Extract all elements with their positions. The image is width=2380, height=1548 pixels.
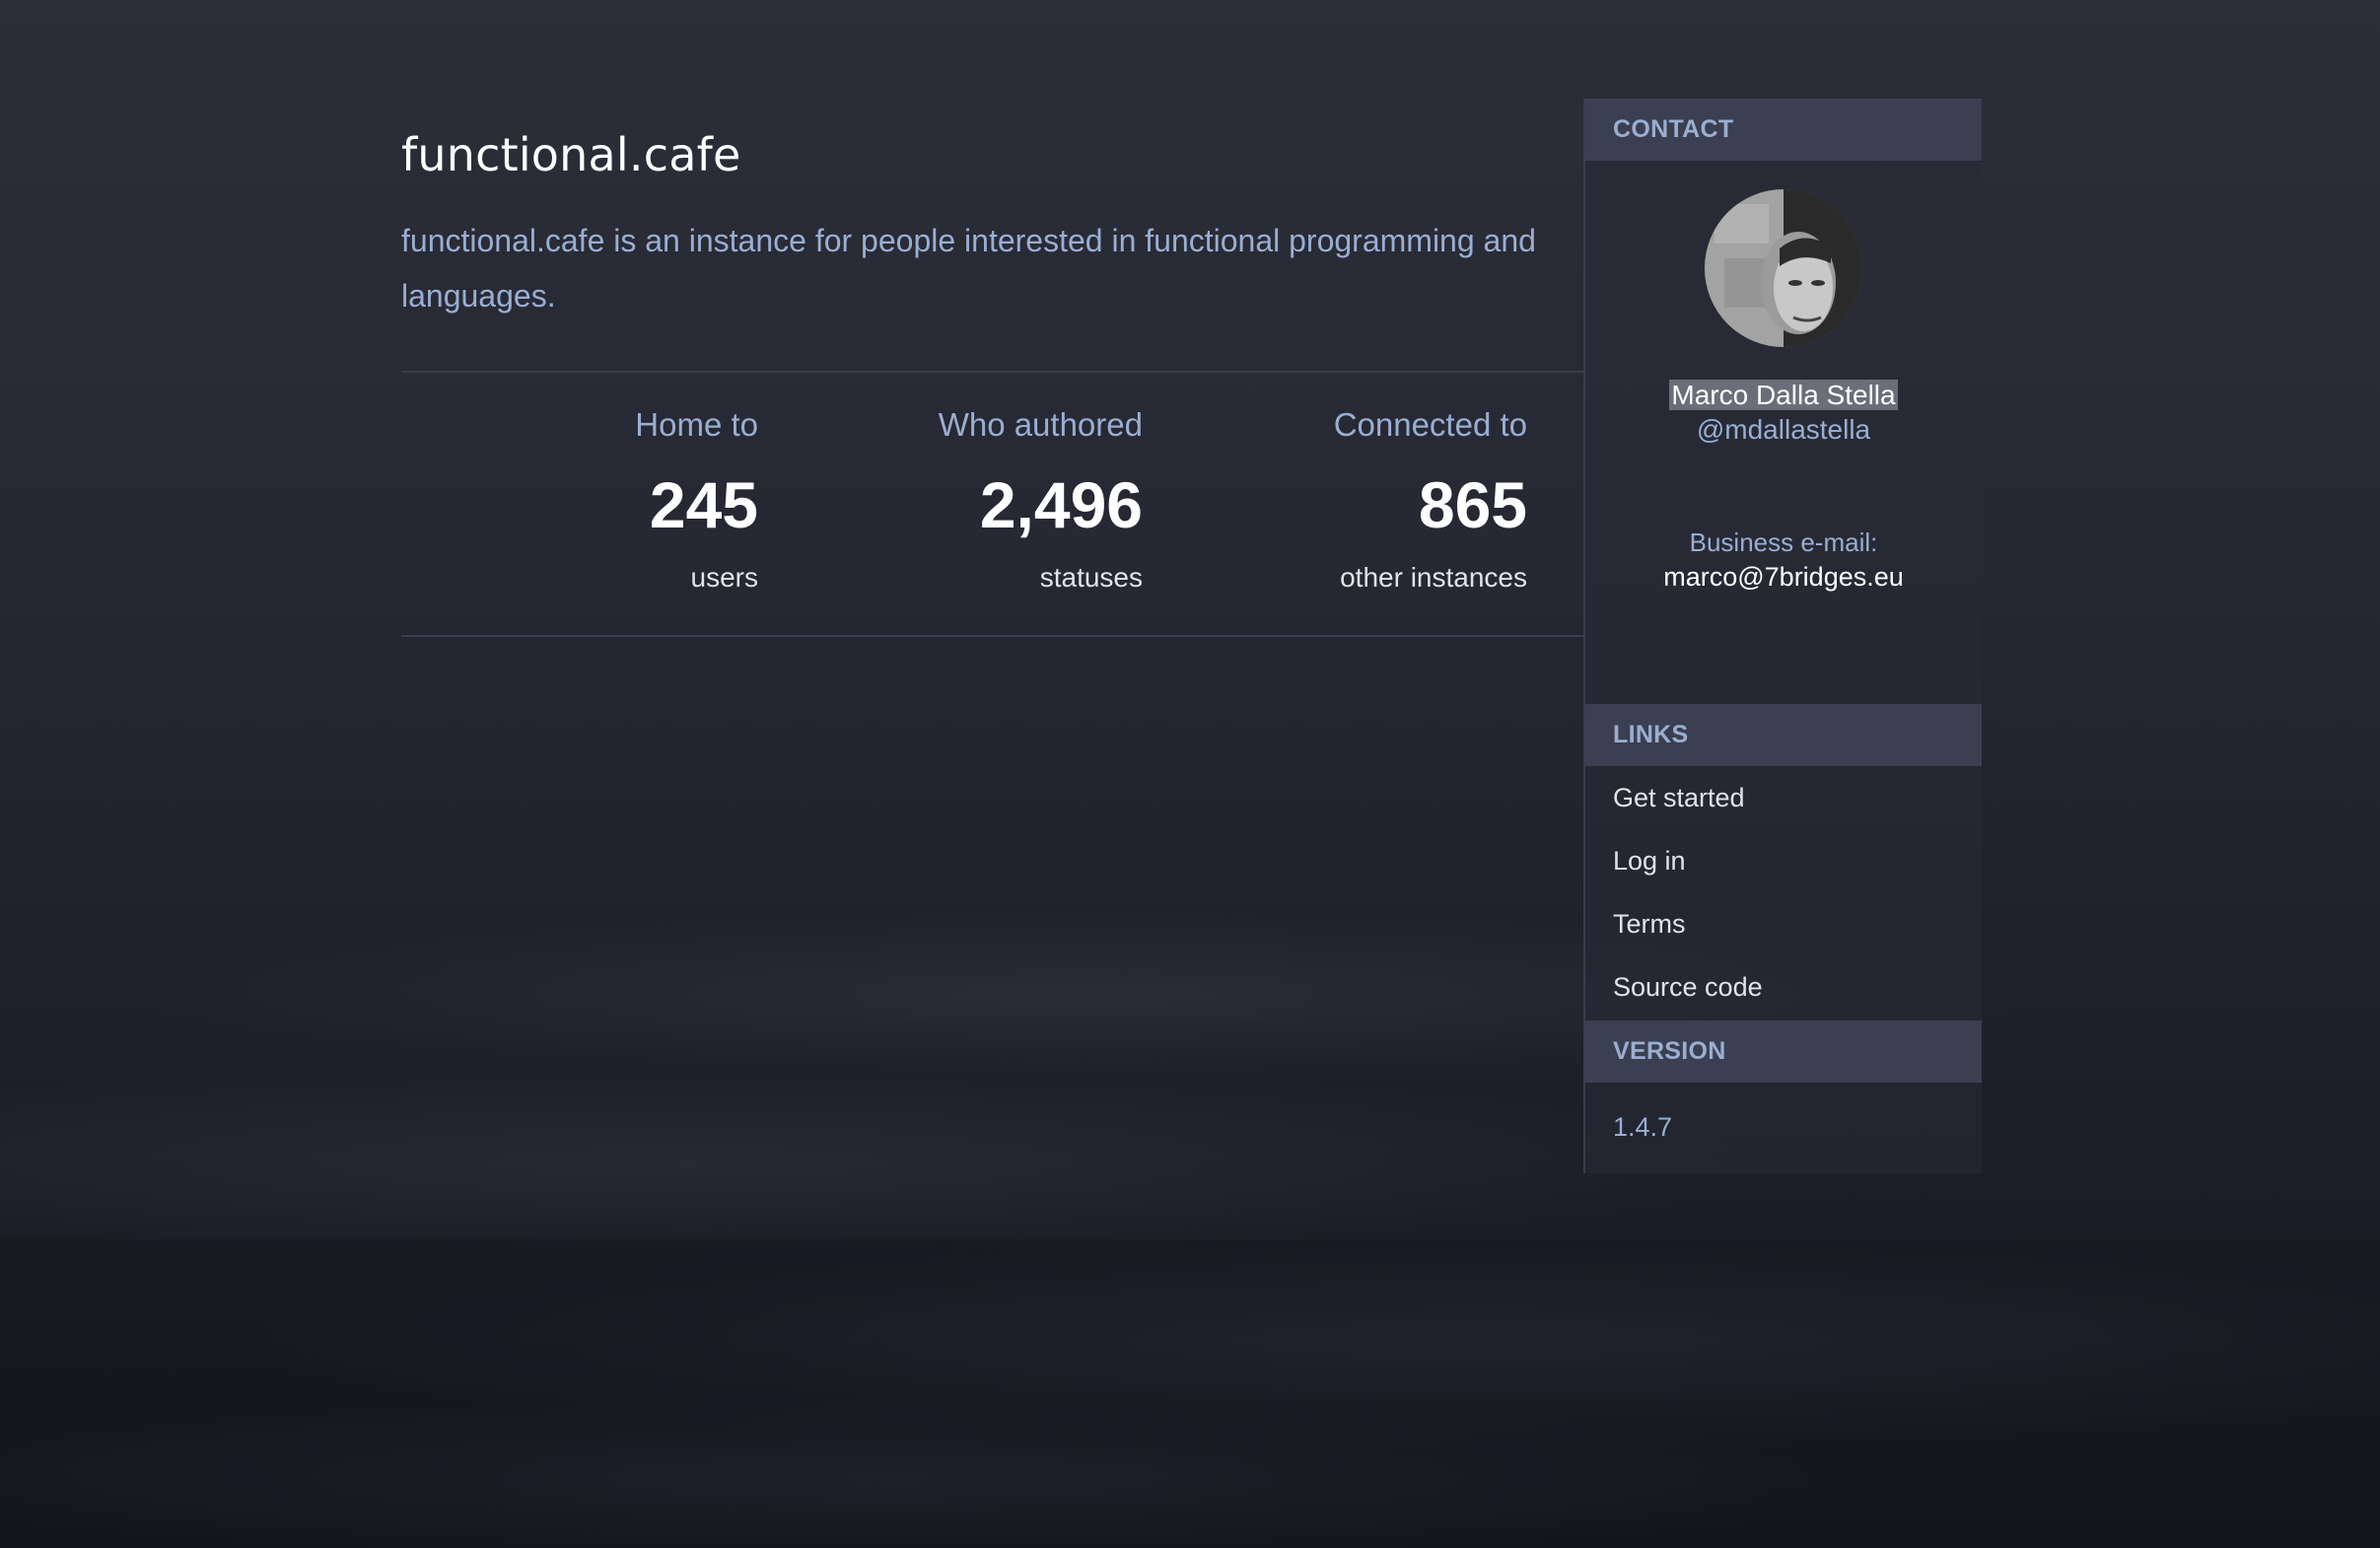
stat-unit: statuses [1039, 562, 1143, 593]
stat-value: 865 [1418, 468, 1527, 541]
site-title: functional.cafe [401, 128, 741, 181]
instance-stats: Home to 245 users Who authored 2,496 sta… [401, 371, 1584, 637]
stat-label: Home to [635, 406, 758, 443]
stat-value: 245 [649, 468, 758, 541]
stat-unit: other instances [1340, 562, 1527, 593]
main-content: functional.cafe functional.cafe is an in… [401, 99, 1584, 637]
stat-value: 2,496 [979, 468, 1143, 541]
business-email-label: Business e-mail: [1689, 528, 1878, 557]
stat-label: Who authored [938, 406, 1143, 443]
link-get-started[interactable]: Get started [1613, 783, 1745, 813]
background-band [0, 1239, 2380, 1548]
contact-header: CONTACT [1585, 99, 1982, 161]
stat-unit: users [690, 562, 758, 593]
links-header: LINKS [1585, 704, 1982, 766]
link-log-in[interactable]: Log in [1613, 846, 1686, 877]
business-email-link[interactable]: marco@7bridges.eu [1585, 562, 1982, 593]
link-source-code[interactable]: Source code [1613, 972, 1763, 1003]
link-terms[interactable]: Terms [1613, 909, 1686, 940]
contact-name[interactable]: Marco Dalla Stella [1585, 378, 1982, 413]
stat-label: Connected to [1333, 406, 1527, 443]
version-number: 1.4.7 [1613, 1112, 1673, 1142]
sidebar: CONTACT Marco Dalla Stella @mdallastella… [1583, 99, 1982, 1173]
contact-handle[interactable]: @mdallastella [1585, 414, 1982, 446]
avatar[interactable] [1705, 189, 1862, 347]
contact-name-text[interactable]: Marco Dalla Stella [1669, 380, 1898, 410]
version-header: VERSION [1585, 1020, 1982, 1083]
avatar-photo-icon [1705, 189, 1862, 347]
site-description: functional.cafe is an instance for peopl… [401, 223, 1536, 314]
